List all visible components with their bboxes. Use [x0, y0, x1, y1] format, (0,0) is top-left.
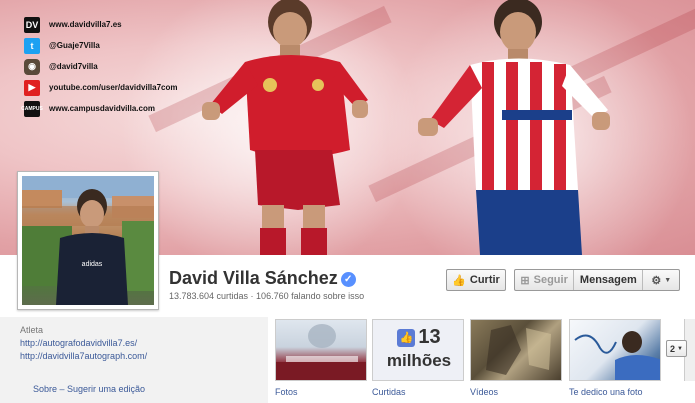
about-footer-links[interactable]: Sobre – Sugerir uma edição: [33, 384, 145, 394]
social-link-text: www.campusdavidvilla.com: [49, 104, 155, 113]
social-link-text: @Guaje7Villa: [49, 41, 100, 50]
likes-count: 13: [418, 326, 441, 348]
social-link-text: youtube.com/user/davidvilla7com: [49, 83, 178, 92]
thumbs-up-icon: 👍: [397, 329, 416, 347]
website-link[interactable]: http://autografodavidvilla7.es/: [20, 338, 137, 348]
social-link-website[interactable]: DV www.davidvilla7.es: [24, 14, 177, 35]
thumbs-up-icon: 👍: [452, 274, 466, 287]
social-link-text: www.davidvilla7.es: [49, 20, 122, 29]
about-panel: Atleta http://autografodavidvilla7.es/ h…: [0, 317, 268, 403]
rss-icon: ⊞: [520, 274, 530, 287]
svg-text:adidas: adidas: [82, 261, 103, 268]
profile-picture[interactable]: adidas: [17, 171, 159, 310]
chevron-down-icon: ▼: [677, 345, 683, 352]
instagram-icon: ◉: [24, 58, 40, 75]
settings-dropdown-button[interactable]: ⚙ ▼: [643, 270, 679, 290]
page-category: Atleta: [20, 325, 44, 335]
verified-badge-icon: ✓: [340, 272, 356, 287]
app-label-videos[interactable]: Vídeos: [470, 387, 498, 397]
more-apps-count: 2: [670, 343, 676, 354]
gear-icon: ⚙: [651, 274, 662, 287]
player-spain-figure: [202, 0, 368, 255]
like-button-label: Curtir: [469, 274, 500, 286]
app-tile-likes[interactable]: 👍 13 milhões: [372, 319, 464, 381]
site-logo-icon: DV: [24, 16, 40, 33]
youtube-icon: ▶: [24, 79, 40, 96]
social-links-list: DV www.davidvilla7.es t @Guaje7Villa ◉ @…: [21, 14, 177, 119]
app-tile-photos[interactable]: [275, 319, 367, 381]
profile-photo: adidas: [22, 176, 154, 305]
more-apps-dropdown[interactable]: 2 ▼: [666, 340, 687, 357]
campus-logo-icon: CAMPUS: [21, 100, 43, 117]
player-atletico-figure: [418, 0, 610, 255]
page-actions-group: ⊞ Seguir Mensagem ⚙ ▼: [514, 269, 680, 291]
message-button[interactable]: Mensagem: [574, 270, 644, 290]
follow-button[interactable]: ⊞ Seguir: [515, 270, 575, 290]
app-label-dedication[interactable]: Te dedico una foto: [569, 387, 643, 397]
website-link[interactable]: http://davidvilla7autograph.com/: [20, 351, 147, 361]
follow-button-label: Seguir: [533, 274, 568, 286]
twitter-icon: t: [24, 37, 40, 54]
chevron-down-icon: ▼: [664, 276, 672, 284]
profile-stats: 13.783.604 curtidas · 106.760 falando so…: [169, 291, 365, 301]
app-label-photos[interactable]: Fotos: [275, 387, 298, 397]
app-tile-videos[interactable]: [470, 319, 562, 381]
likes-count-row: 👍 13: [373, 326, 463, 349]
app-tile-dedication[interactable]: [569, 319, 661, 381]
likes-unit: milhões: [386, 351, 452, 370]
social-link-text: @david7villa: [49, 62, 98, 71]
social-link-instagram[interactable]: ◉ @david7villa: [24, 56, 177, 77]
social-link-youtube[interactable]: ▶ youtube.com/user/davidvilla7com: [24, 77, 177, 98]
like-button[interactable]: 👍 Curtir: [446, 269, 506, 291]
app-label-likes[interactable]: Curtidas: [372, 387, 406, 397]
social-link-campus[interactable]: CAMPUS www.campusdavidvilla.com: [21, 98, 177, 119]
social-link-twitter[interactable]: t @Guaje7Villa: [24, 35, 177, 56]
profile-name: David Villa Sánchez: [169, 268, 338, 288]
message-button-label: Mensagem: [579, 274, 637, 286]
page-title: David Villa Sánchez ✓: [169, 268, 356, 289]
